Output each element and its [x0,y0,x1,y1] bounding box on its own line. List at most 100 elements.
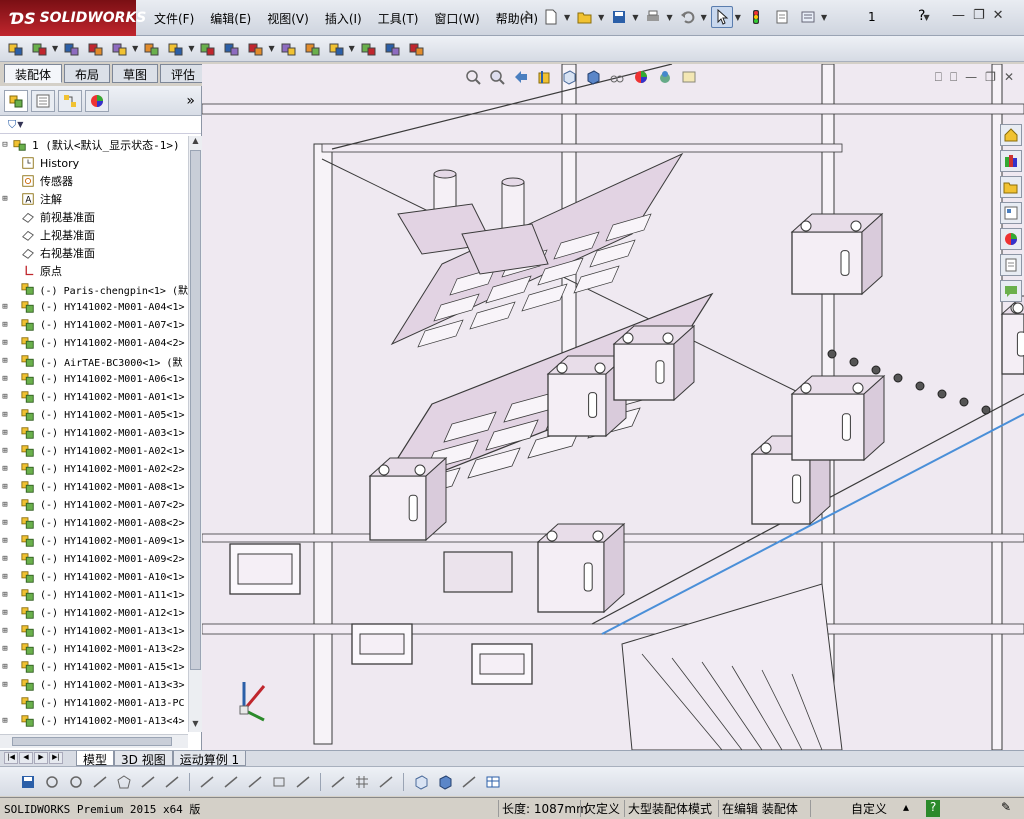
scroll-up-icon[interactable]: ▲ [189,136,202,149]
tree-item[interactable]: ⊞ (-) HY141002-M001-A03<1> [0,424,188,442]
next-tab-icon[interactable]: ▶ [34,752,48,764]
display-style-icon[interactable] [584,68,602,86]
save-icon[interactable] [18,772,38,792]
solidworks-logo[interactable]: ƊS SOLIDWORKS [0,0,146,36]
circle-icon[interactable] [66,772,86,792]
expand-toggle-icon[interactable]: ⊞ [0,410,10,420]
tree-item[interactable]: ⊞ (-) HY141002-M001-A09<2> [0,550,188,568]
file-properties-button[interactable] [771,6,793,28]
view-tab-1[interactable]: 3D 视图 [114,751,173,767]
chevron-down-icon[interactable]: ▼ [564,13,570,22]
expand-toggle-icon[interactable]: ⊞ [0,302,10,312]
tree-item[interactable]: ⊞ (-) HY141002-M001-A02<2> [0,460,188,478]
fixture-block-slot[interactable] [655,360,665,384]
chevron-down-icon[interactable]: ▼ [268,44,274,53]
forum-tab[interactable] [1000,280,1022,302]
tree-item[interactable]: ⊞ (-) HY141002-M001-A13<4> [0,712,188,730]
help-button[interactable]: ?▼ [918,8,930,24]
feature-tree-tab[interactable] [4,89,28,112]
fixture-block-slot[interactable] [841,413,851,441]
show-hidden-icon[interactable] [166,39,186,59]
smart-dimension-icon[interactable] [42,772,62,792]
camera-icon[interactable] [459,772,479,792]
tree-item[interactable]: ⊞ (-) HY141002-M001-A13<2> [0,640,188,658]
scroll-thumb[interactable] [12,737,172,746]
new-motion-study-icon[interactable] [246,39,266,59]
zoom-area-icon[interactable] [488,68,506,86]
close-icon[interactable]: ✕ [1004,70,1014,85]
bill-of-materials-icon[interactable] [279,39,299,59]
fixture-block[interactable] [751,453,811,525]
assembly-model-view[interactable] [202,64,1024,750]
fixture-block-slot[interactable] [1016,331,1024,357]
tree-item[interactable]: ⊞ (-) AirTAE-BC3000<1> (默 [0,352,188,370]
tree-item[interactable]: (-) HY141002-M001-A13-PC [0,694,188,712]
expand-toggle-icon[interactable]: ⊞ [0,536,10,546]
expand-toggle-icon[interactable]: ⊞ [0,338,10,348]
scroll-down-icon[interactable]: ▼ [189,719,202,732]
tree-horizontal-scrollbar[interactable] [0,734,188,748]
instant3d-icon[interactable] [359,39,379,59]
pin-icon[interactable] [518,8,534,24]
new-document-button[interactable] [540,6,562,28]
expand-toggle-icon[interactable]: ⊞ [0,392,10,402]
window-inner[interactable] [237,553,293,585]
smart-fasteners-icon[interactable] [110,39,130,59]
minimize-icon[interactable]: — [965,70,977,85]
fixture-block-hole[interactable] [852,382,864,394]
tree-item[interactable]: 上视基准面 [0,226,188,244]
previous-view-icon[interactable] [512,68,530,86]
fixture-block[interactable] [547,373,607,437]
line-icon[interactable] [90,772,110,792]
view-orientation-icon[interactable] [411,772,431,792]
close-icon[interactable]: ✕ [993,8,1004,23]
minimize-icon[interactable]: — [952,8,965,23]
command-tab-0[interactable]: 装配体 [4,64,63,83]
fixture-block[interactable] [613,343,675,401]
section-view-icon[interactable] [536,68,554,86]
chevron-down-icon[interactable]: ▼ [349,44,355,53]
expand-toggle-icon[interactable]: ⊞ [0,626,10,636]
corner-rectangle-icon[interactable] [269,772,289,792]
command-tab-3[interactable]: 评估 [160,64,207,83]
tree-item[interactable]: ⊞ (-) HY141002-M001-A15<1> [0,658,188,676]
restore-icon[interactable]: ❐ [973,8,985,23]
expand-toggle-icon[interactable]: ⊞ [0,572,10,582]
view-settings-icon[interactable] [680,68,698,86]
open-button[interactable] [574,6,596,28]
zoom-to-fit-icon[interactable] [464,68,482,86]
chevron-down-icon[interactable]: ▼ [632,13,638,22]
fixture-block-slot[interactable] [792,474,802,504]
expand-toggle-icon[interactable]: ⊞ [0,482,10,492]
solidworks-resources-tab[interactable] [1000,124,1022,146]
actuator-cylinder[interactable] [501,181,525,231]
exploded-view-icon[interactable] [303,39,323,59]
chevron-up-icon[interactable]: ▴ [900,800,912,817]
fixture-block-hole[interactable] [1012,302,1024,314]
fixture-block-hole[interactable] [414,464,426,476]
fixture-block-hole[interactable] [594,362,606,374]
tree-item[interactable]: ⊞ (-) HY141002-M001-A07<2> [0,496,188,514]
chevron-down-icon[interactable]: ▼ [52,44,58,53]
tree-item[interactable]: 传感器 [0,172,188,190]
expand-toggle-icon[interactable]: ⊞ [0,464,10,474]
fixture-block-hole[interactable] [760,442,772,454]
linear-pattern-icon[interactable] [86,39,106,59]
fixture-block-hole[interactable] [592,530,604,542]
last-tab-icon[interactable]: ▶| [49,752,63,764]
unit-system[interactable]: 自定义 [848,800,890,817]
menu-item-6[interactable]: 帮助(H) [488,8,546,29]
scroll-thumb[interactable] [190,150,201,670]
custom-properties-tab[interactable] [1000,254,1022,276]
expand-toggle-icon[interactable]: ⊞ [0,608,10,618]
move-component-icon[interactable] [142,39,162,59]
actuator-cap[interactable] [501,177,525,187]
tree-item[interactable]: ⊞ (-) HY141002-M001-A01<1> [0,388,188,406]
explode-line-icon[interactable] [327,39,347,59]
tree-item[interactable]: ⊞ (-) HY141002-M001-A02<1> [0,442,188,460]
expand-toggle-icon[interactable]: ⊞ [0,644,10,654]
tree-item[interactable]: ⊞ (-) HY141002-M001-A04<1> [0,298,188,316]
quick-tips-help-button[interactable]: ? [926,800,941,817]
gripper-spring[interactable] [827,349,837,359]
fixture-block[interactable] [791,393,865,461]
